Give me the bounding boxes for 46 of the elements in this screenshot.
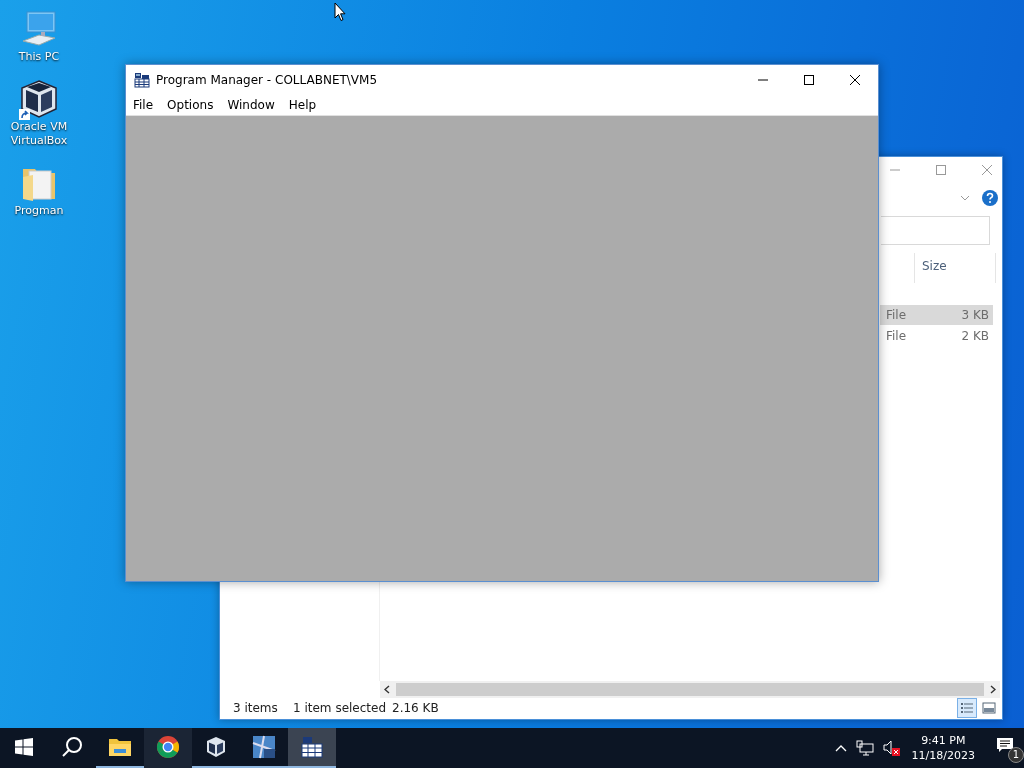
file-row[interactable]: File 3 KB	[880, 305, 993, 325]
table-cell-text: File	[885, 329, 907, 343]
browser-taskbar-button[interactable]	[144, 728, 192, 768]
search-icon	[61, 736, 83, 758]
notification-badge: 1	[1008, 747, 1024, 763]
mouse-pointer-icon	[334, 2, 346, 22]
clock-time[interactable]: 9:41 PM	[921, 733, 966, 748]
details-view-button[interactable]	[957, 698, 977, 718]
browser-logo-icon	[156, 735, 180, 759]
chevron-up-icon[interactable]	[834, 744, 847, 752]
scroll-right-icon[interactable]	[990, 685, 996, 694]
horizontal-scrollbar[interactable]	[380, 681, 1000, 698]
status-text: 1 item selected	[293, 701, 387, 715]
file-row[interactable]: File 2 KB	[880, 326, 993, 346]
close-icon[interactable]	[850, 74, 860, 85]
window-tile-icon	[252, 735, 276, 759]
table-cell: 2 KB	[961, 329, 989, 343]
search-field[interactable]	[881, 216, 990, 245]
grid-icon	[300, 735, 324, 759]
column-header[interactable]: Size	[915, 253, 995, 273]
table-cell-text: File	[885, 308, 907, 322]
notification-icon[interactable]	[996, 737, 1014, 753]
details-view-icon	[959, 700, 975, 716]
network-icon[interactable]	[855, 740, 874, 756]
menu-item[interactable]: Help	[288, 97, 317, 112]
menu-item[interactable]: File	[133, 97, 154, 112]
window-title: Program Manager - COLLABNET\VM5	[156, 72, 378, 87]
menu-item[interactable]: Window	[227, 97, 275, 112]
help-icon[interactable]	[982, 190, 998, 206]
status-text: 2.16 KB	[392, 701, 439, 715]
chevron-down-icon[interactable]	[960, 195, 970, 201]
program-manager-taskbar-button[interactable]	[288, 728, 336, 768]
folder-icon	[108, 737, 132, 757]
program-manager-icon[interactable]	[134, 71, 150, 88]
cube-icon[interactable]	[19, 79, 59, 119]
menu-item[interactable]: Options	[167, 97, 214, 112]
table-cell: 3 KB	[961, 308, 989, 322]
cube-icon	[205, 736, 227, 758]
clock-date[interactable]: 11/18/2023	[911, 748, 975, 763]
maximize-icon[interactable]	[804, 74, 814, 85]
scroll-left-icon[interactable]	[384, 685, 390, 694]
volume-icon[interactable]	[882, 740, 901, 756]
status-text: 3 items	[233, 701, 279, 715]
scrollbar-thumb[interactable]	[396, 683, 984, 696]
windows-logo-icon	[15, 738, 33, 756]
large-icons-view-icon	[981, 700, 997, 716]
